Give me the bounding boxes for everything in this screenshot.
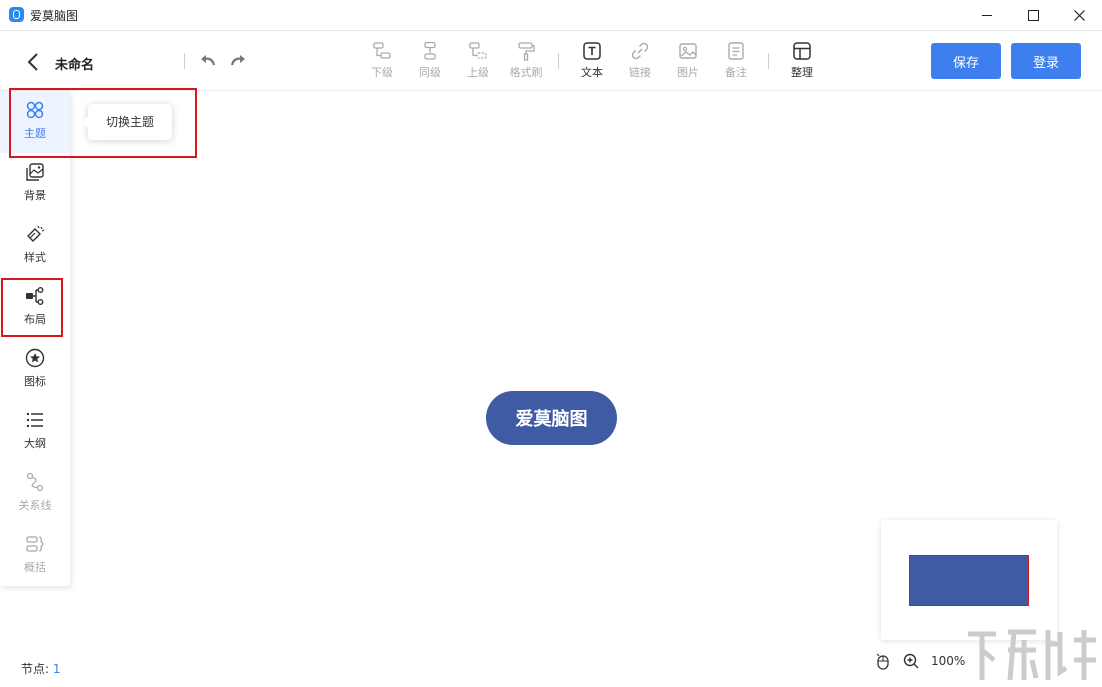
sidebar-item-label: 关系线 bbox=[18, 499, 52, 512]
tool-format-brush[interactable]: 格式刷 bbox=[502, 41, 550, 85]
sidebar-item-icon[interactable]: 图标 bbox=[0, 339, 70, 401]
tool-label: 下级 bbox=[371, 66, 393, 79]
zoom-level: 100% bbox=[931, 654, 966, 668]
node-count: 节点: 1 bbox=[21, 660, 61, 677]
node-count-value: 1 bbox=[52, 662, 61, 676]
tool-label: 文本 bbox=[581, 66, 603, 79]
divider bbox=[184, 53, 185, 69]
tool-child-node[interactable]: 下级 bbox=[358, 41, 406, 85]
layout-arrange-icon bbox=[793, 42, 811, 60]
sidebar-item-label: 概括 bbox=[24, 561, 46, 574]
relation-line-icon bbox=[26, 472, 44, 492]
tool-label: 图片 bbox=[677, 66, 699, 79]
close-button[interactable] bbox=[1056, 0, 1102, 30]
title-bar: 爱莫脑图 bbox=[0, 0, 1102, 31]
sidebar-item-outline[interactable]: 大纲 bbox=[0, 401, 70, 463]
tool-label: 上级 bbox=[467, 66, 489, 79]
background-icon bbox=[26, 163, 44, 181]
sidebar-item-background[interactable]: 背景 bbox=[0, 153, 70, 215]
tool-label: 链接 bbox=[629, 66, 651, 79]
divider bbox=[558, 53, 559, 69]
sidebar-item-summary[interactable]: 概括 bbox=[0, 525, 70, 587]
left-sidebar: 主题 背景 样式 布局 图标 大纲 关系线 概括 bbox=[0, 91, 70, 586]
tool-sibling-node[interactable]: 同级 bbox=[406, 41, 454, 85]
tool-text[interactable]: 文本 bbox=[568, 41, 616, 85]
sidebar-item-label: 大纲 bbox=[24, 437, 46, 450]
tool-label: 备注 bbox=[725, 66, 747, 79]
document-title[interactable]: 未命名 bbox=[55, 54, 94, 73]
style-icon bbox=[27, 225, 45, 242]
sidebar-item-label: 图标 bbox=[24, 375, 46, 388]
tool-label: 整理 bbox=[791, 66, 813, 79]
sidebar-item-label: 样式 bbox=[24, 251, 46, 264]
login-button[interactable]: 登录 bbox=[1011, 43, 1081, 79]
annotation-box-layout bbox=[1, 278, 63, 337]
minimize-icon bbox=[982, 14, 992, 16]
sidebar-item-relation-line[interactable]: 关系线 bbox=[0, 463, 70, 525]
annotation-box-theme bbox=[9, 88, 197, 158]
maximize-button[interactable] bbox=[1010, 0, 1056, 30]
site-watermark-logo bbox=[968, 629, 1096, 681]
minimize-button[interactable] bbox=[964, 0, 1010, 30]
window-title: 爱莫脑图 bbox=[30, 9, 79, 23]
tool-label: 同级 bbox=[419, 66, 441, 79]
parent-node-icon bbox=[469, 42, 487, 59]
tool-note[interactable]: 备注 bbox=[712, 41, 760, 85]
format-brush-icon bbox=[518, 42, 535, 61]
close-icon bbox=[1073, 9, 1085, 21]
summary-icon bbox=[26, 536, 44, 552]
tool-label: 格式刷 bbox=[509, 66, 543, 79]
app-logo-icon bbox=[9, 7, 24, 22]
root-topic-node[interactable]: 爱莫脑图 bbox=[486, 391, 617, 445]
star-icon bbox=[25, 348, 45, 368]
maximize-icon bbox=[1027, 9, 1039, 21]
node-count-label: 节点: bbox=[21, 662, 50, 676]
save-button[interactable]: 保存 bbox=[931, 43, 1001, 79]
chevron-left-icon[interactable] bbox=[25, 52, 41, 72]
minimap-viewport[interactable] bbox=[909, 555, 1029, 606]
zoom-in-icon[interactable] bbox=[903, 653, 919, 669]
link-icon bbox=[631, 42, 649, 60]
child-node-icon bbox=[373, 42, 391, 59]
image-icon bbox=[679, 43, 697, 59]
tool-link[interactable]: 链接 bbox=[616, 41, 664, 85]
sidebar-item-label: 背景 bbox=[24, 189, 46, 202]
tool-parent-node[interactable]: 上级 bbox=[454, 41, 502, 85]
outline-icon bbox=[26, 412, 43, 428]
divider bbox=[768, 53, 769, 69]
sidebar-item-style[interactable]: 样式 bbox=[0, 215, 70, 277]
mouse-mode-icon[interactable] bbox=[876, 653, 890, 670]
redo-icon[interactable] bbox=[229, 51, 247, 69]
toolbar: 未命名 下级 同级 上级 格式刷 文本 链接 图片 备注 整理 保存 登录 bbox=[0, 31, 1102, 91]
undo-icon[interactable] bbox=[199, 51, 217, 69]
text-icon bbox=[583, 42, 601, 60]
sibling-node-icon bbox=[424, 41, 436, 60]
tool-arrange[interactable]: 整理 bbox=[778, 41, 826, 85]
tool-image[interactable]: 图片 bbox=[664, 41, 712, 85]
note-icon bbox=[728, 42, 744, 60]
